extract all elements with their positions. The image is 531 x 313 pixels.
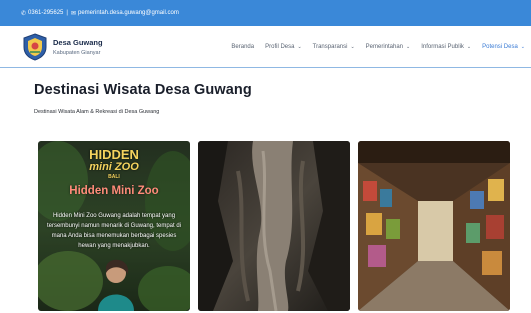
- phone-number[interactable]: 0361-295625: [28, 10, 63, 16]
- card-title: Hidden Mini Zoo: [69, 185, 159, 197]
- chevron-down-icon: ⌄: [297, 44, 302, 50]
- menu-item-beranda[interactable]: Beranda: [231, 44, 254, 50]
- chevron-down-icon: ⌄: [406, 44, 411, 50]
- menu-item-label: Beranda: [231, 44, 255, 50]
- art-market-photo: [358, 141, 510, 311]
- destination-card-hidden-mini-zoo[interactable]: HIDDEN mini ZOO BALI Hidden Mini Zoo Hid…: [38, 141, 190, 311]
- zoo-sign-line2: mini ZOO: [89, 161, 139, 173]
- menu-item-potensi-desa[interactable]: Potensi Desa ⌄: [482, 44, 525, 50]
- card-description: Hidden Mini Zoo Guwang adalah tempat yan…: [46, 213, 182, 249]
- menu-item-label: Transparansi: [312, 44, 348, 50]
- email-address[interactable]: pemerintah.desa.guwang@gmail.com: [78, 10, 179, 16]
- phone-icon: ✆: [21, 10, 27, 17]
- main-menu: Beranda Profil Desa ⌄ Transparansi ⌄ Pem…: [231, 26, 525, 68]
- main-navbar: Desa Guwang Kabupaten Gianyar Beranda Pr…: [0, 26, 531, 68]
- chevron-down-icon: ⌄: [350, 44, 355, 50]
- destination-card-3[interactable]: [358, 141, 510, 311]
- brand[interactable]: Desa Guwang Kabupaten Gianyar: [53, 38, 103, 56]
- chevron-down-icon: ⌄: [520, 44, 525, 50]
- menu-item-profil-desa[interactable]: Profil Desa ⌄: [265, 44, 302, 50]
- zoo-sign-line1: HIDDEN: [89, 147, 139, 162]
- destination-card-2[interactable]: [198, 141, 350, 311]
- brand-name: Desa Guwang: [53, 38, 103, 47]
- menu-item-pemerintahan[interactable]: Pemerintahan ⌄: [366, 44, 411, 50]
- rock-canyon-photo: [198, 141, 350, 311]
- menu-item-label: Informasi Publik: [421, 44, 464, 50]
- top-contact-bar: ✆ 0361-295625 | ✉ pemerintah.desa.guwang…: [0, 0, 531, 26]
- menu-item-label: Potensi Desa: [482, 44, 518, 50]
- zoo-sign-line3: BALI: [108, 174, 120, 180]
- page-subtitle: Destinasi Wisata Alam & Rekreasi di Desa…: [34, 109, 160, 115]
- village-logo[interactable]: [22, 33, 48, 61]
- mail-icon: ✉: [70, 10, 76, 17]
- page-title: Destinasi Wisata Desa Guwang: [34, 82, 252, 98]
- menu-item-label: Profil Desa: [265, 44, 295, 50]
- menu-item-label: Pemerintahan: [365, 44, 404, 50]
- brand-subtitle: Kabupaten Gianyar: [53, 50, 101, 56]
- menu-item-informasi-publik[interactable]: Informasi Publik ⌄: [421, 44, 471, 50]
- menu-item-transparansi[interactable]: Transparansi ⌄: [313, 44, 355, 50]
- chevron-down-icon: ⌄: [466, 44, 472, 50]
- contact-separator: |: [66, 10, 68, 16]
